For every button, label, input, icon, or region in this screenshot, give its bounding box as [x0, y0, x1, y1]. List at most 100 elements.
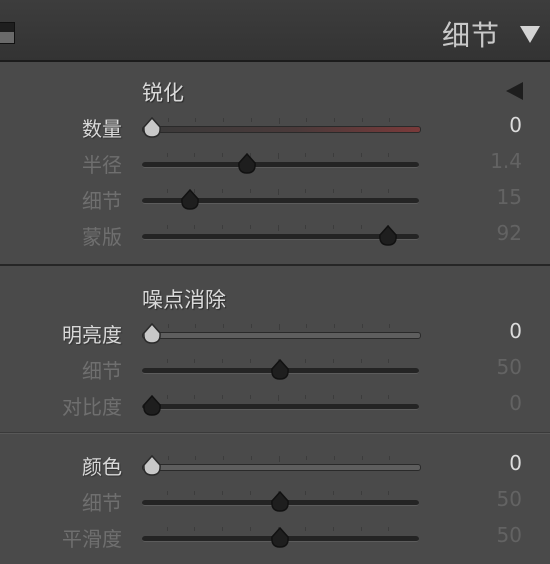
slider-tick [305, 395, 306, 399]
slider-tick [250, 225, 251, 229]
slider-row-masking[interactable]: 蒙版 92 [0, 217, 550, 253]
noise-reduction-title: 噪点消除 [142, 288, 226, 312]
slider-tick [334, 324, 335, 328]
slider-tick [222, 491, 223, 495]
slider-tick [278, 189, 279, 195]
sharpening-title: 锐化 [142, 81, 184, 105]
slider-tick [361, 153, 362, 157]
panel-collapse-icon[interactable] [0, 22, 15, 44]
slider-tick [168, 456, 169, 460]
slider-tick [278, 395, 279, 401]
slider-tick [334, 118, 335, 122]
panel-header[interactable]: 细节 [0, 0, 550, 62]
slider-tick [194, 491, 195, 495]
slider-value[interactable]: 92 [497, 221, 522, 245]
slider-tick [250, 359, 251, 363]
slider-tick [194, 359, 195, 363]
slider-label: 颜色 [82, 455, 122, 479]
slider-track[interactable] [142, 395, 419, 410]
slider-tick [389, 118, 390, 122]
slider-label: 蒙版 [82, 225, 122, 249]
slider-tick [388, 527, 389, 531]
slider-thumb[interactable] [142, 117, 162, 139]
slider-thumb[interactable] [180, 189, 200, 211]
slider-tick [222, 153, 223, 157]
slider-value[interactable]: 0 [509, 451, 522, 475]
slider-thumb[interactable] [142, 323, 162, 345]
slider-tick [194, 395, 195, 399]
slider-tick [305, 189, 306, 193]
slider-row-luminance-contrast[interactable]: 对比度 0 [0, 387, 550, 423]
slider-tick [251, 324, 252, 328]
slider-tick [195, 118, 196, 122]
slider-tick [305, 153, 306, 157]
slider-tick [361, 189, 362, 193]
slider-tick [333, 359, 334, 363]
slider-tick [306, 118, 307, 122]
slider-thumb[interactable] [270, 491, 290, 513]
slider-tick [361, 527, 362, 531]
slider-tick [388, 395, 389, 399]
slider-value[interactable]: 0 [509, 113, 522, 137]
slider-tick [222, 359, 223, 363]
slider-track[interactable] [142, 324, 421, 339]
slider-tick [222, 395, 223, 399]
slider-value[interactable]: 15 [497, 185, 522, 209]
slider-tick [334, 456, 335, 460]
slider-tick [333, 395, 334, 399]
slider-label: 细节 [82, 491, 122, 515]
slider-value[interactable]: 0 [509, 319, 522, 343]
slider-thumb[interactable] [237, 153, 257, 175]
slider-label: 数量 [82, 117, 122, 141]
slider-tick [250, 395, 251, 399]
slider-tick [278, 225, 279, 231]
slider-tick [250, 527, 251, 531]
slider-tick [223, 324, 224, 328]
slider-tick [333, 527, 334, 531]
slider-row-color[interactable]: 颜色 0 [0, 447, 550, 483]
slider-value[interactable]: 1.4 [490, 149, 522, 173]
slider-row-amount[interactable]: 数量 0 [0, 109, 550, 145]
slider-row-luminance[interactable]: 明亮度 0 [0, 315, 550, 351]
slider-tick [388, 153, 389, 157]
slider-tick [194, 153, 195, 157]
slider-tick [167, 359, 168, 363]
slider-thumb[interactable] [142, 395, 162, 417]
slider-tick [361, 395, 362, 399]
slider-tick [333, 491, 334, 495]
slider-tick [306, 456, 307, 460]
slider-row-radius[interactable]: 半径 1.4 [0, 145, 550, 181]
slider-tick [251, 118, 252, 122]
slider-label: 对比度 [62, 395, 122, 419]
slider-tick [305, 491, 306, 495]
slider-tick [223, 456, 224, 460]
slider-thumb[interactable] [270, 527, 290, 549]
slider-value[interactable]: 50 [497, 523, 522, 547]
slider-tick [305, 225, 306, 229]
slider-track[interactable] [142, 118, 421, 133]
slider-thumb[interactable] [270, 359, 290, 381]
slider-thumb[interactable] [142, 455, 162, 477]
slider-track[interactable] [142, 153, 419, 168]
slider-tick [250, 189, 251, 193]
slider-tick [388, 359, 389, 363]
slider-value[interactable]: 50 [497, 487, 522, 511]
slider-row-luminance-detail[interactable]: 细节 50 [0, 351, 550, 387]
triangle-down-icon[interactable] [520, 26, 540, 43]
slider-tick [168, 324, 169, 328]
slider-row-smoothness[interactable]: 平滑度 50 [0, 519, 550, 555]
subsection-divider [0, 432, 550, 434]
slider-value[interactable]: 0 [509, 391, 522, 415]
slider-tick [333, 189, 334, 193]
slider-track[interactable] [142, 456, 421, 471]
slider-tick [388, 491, 389, 495]
slider-tick [167, 153, 168, 157]
slider-row-color-detail[interactable]: 细节 50 [0, 483, 550, 519]
slider-row-sharpen-detail[interactable]: 细节 15 [0, 181, 550, 217]
slider-tick [251, 456, 252, 460]
slider-thumb[interactable] [378, 225, 398, 247]
slider-value[interactable]: 50 [497, 355, 522, 379]
slider-tick [361, 491, 362, 495]
slider-tick [362, 324, 363, 328]
triangle-left-icon[interactable] [506, 82, 523, 100]
